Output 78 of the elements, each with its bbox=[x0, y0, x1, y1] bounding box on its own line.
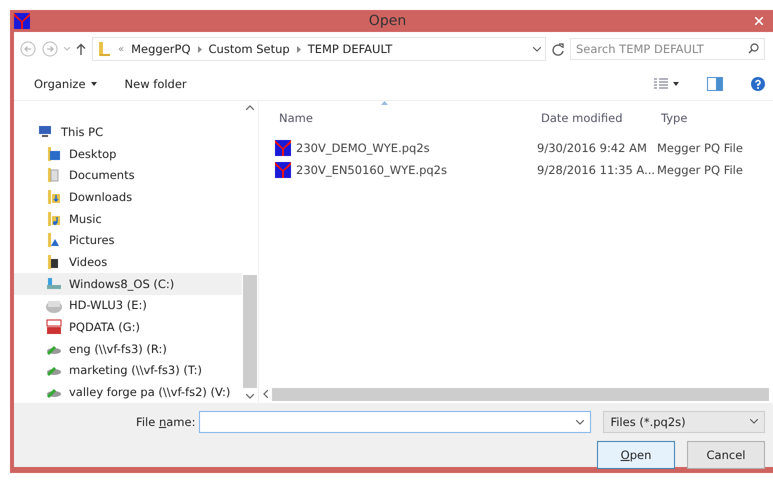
nav-item[interactable]: Windows8_OS (C:) bbox=[14, 272, 242, 294]
forward-button[interactable] bbox=[42, 41, 58, 57]
back-button[interactable] bbox=[20, 41, 36, 57]
close-icon bbox=[755, 17, 763, 25]
dropdown-caret-icon bbox=[750, 419, 758, 424]
pane-icon bbox=[707, 77, 723, 91]
nav-item[interactable]: Music bbox=[14, 208, 242, 230]
scrollbar-thumb[interactable] bbox=[243, 274, 257, 388]
refresh-icon bbox=[552, 42, 564, 56]
folder-icon bbox=[46, 232, 62, 248]
scrollbar-thumb[interactable] bbox=[272, 388, 769, 401]
app-icon bbox=[14, 13, 30, 29]
folder-icon bbox=[46, 188, 62, 205]
file-row[interactable]: 230V_DEMO_WYE.pq2s 9/30/2016 9:42 AM Megger PQ File bbox=[259, 137, 773, 159]
file-type: Megger PQ File bbox=[657, 141, 744, 155]
sort-arrow-icon bbox=[381, 101, 388, 105]
file-row[interactable]: 230V_EN50160_WYE.pq2s 9/28/2016 11:35 A... Megger PQ File bbox=[259, 159, 773, 181]
nav-item[interactable]: HD-WLU3 (E:) bbox=[14, 294, 242, 316]
breadcrumb[interactable]: Custom Setup bbox=[208, 42, 290, 56]
dropdown-caret-icon bbox=[576, 420, 584, 425]
breadcrumb[interactable]: MeggerPQ bbox=[131, 42, 191, 56]
folder-icon bbox=[97, 41, 111, 57]
nav-item[interactable]: eng (\\vf-fs3) (R:) bbox=[14, 338, 242, 360]
dropdown-caret-icon bbox=[533, 46, 541, 52]
caret-icon bbox=[64, 47, 70, 51]
scroll-down-icon bbox=[246, 394, 254, 399]
up-arrow-icon bbox=[76, 43, 86, 55]
file-type-dropdown[interactable]: Files (*.pq2s) bbox=[603, 410, 765, 433]
nav-item[interactable]: PQDATA (G:) bbox=[14, 316, 242, 338]
nav-item[interactable]: Videos bbox=[14, 251, 242, 273]
drive-icon bbox=[46, 319, 62, 336]
refresh-button[interactable] bbox=[552, 42, 564, 56]
folder-icon bbox=[46, 210, 62, 227]
search-icon bbox=[748, 43, 759, 54]
nav-item[interactable]: Documents bbox=[14, 164, 242, 186]
view-menu[interactable] bbox=[654, 78, 679, 90]
date-modified: 9/28/2016 11:35 A... bbox=[537, 163, 656, 177]
search-field[interactable]: Search TEMP DEFAULT bbox=[570, 38, 765, 60]
nav-item[interactable]: This PC bbox=[14, 121, 242, 143]
nav-item[interactable]: Downloads bbox=[14, 186, 242, 208]
recent-locations-button[interactable] bbox=[64, 47, 70, 51]
column-header[interactable]: Name bbox=[279, 111, 541, 127]
date-modified: 9/30/2016 9:42 AM bbox=[537, 141, 648, 155]
chevron-icon bbox=[296, 46, 301, 52]
drive-icon bbox=[46, 276, 62, 292]
file-name: 230V_EN50160_WYE.pq2s bbox=[296, 163, 447, 177]
cancel-button[interactable]: Cancel bbox=[687, 440, 765, 469]
file-type: Megger PQ File bbox=[657, 163, 744, 177]
nav-item[interactable]: marketing (\\vf-fs3) (T:) bbox=[14, 360, 242, 382]
file-name-field[interactable] bbox=[199, 410, 592, 433]
nav-item[interactable]: Pictures bbox=[14, 229, 242, 252]
new-folder-button[interactable]: New folder bbox=[124, 77, 187, 91]
overflow-button[interactable]: « bbox=[118, 44, 124, 54]
chevron-icon bbox=[198, 46, 202, 52]
breadcrumb[interactable]: TEMP DEFAULT bbox=[308, 42, 392, 56]
computer-icon bbox=[38, 124, 54, 140]
up-button[interactable] bbox=[76, 43, 86, 55]
scroll-left-icon bbox=[263, 390, 268, 398]
window-title: Open bbox=[368, 13, 408, 29]
column-header[interactable]: Date modified bbox=[541, 111, 661, 127]
nav-item[interactable]: valley forge pa (\\vf-fs2) (V:) bbox=[14, 381, 242, 403]
help-icon bbox=[751, 77, 765, 91]
list-view-icon bbox=[654, 78, 668, 90]
nav-item[interactable]: Desktop bbox=[14, 142, 242, 164]
file-name: 230V_DEMO_WYE.pq2s bbox=[296, 141, 430, 155]
folder-icon bbox=[46, 146, 62, 162]
preview-pane-button[interactable] bbox=[707, 77, 723, 91]
scroll-up-icon bbox=[246, 105, 254, 110]
file-name-label: File name: bbox=[135, 414, 196, 429]
address-bar[interactable]: « MeggerPQ Custom Setup TEMP DEFAULT bbox=[92, 37, 546, 61]
file-icon bbox=[275, 140, 291, 156]
file-icon bbox=[275, 162, 291, 178]
organize-menu[interactable]: Organize bbox=[34, 77, 97, 91]
column-header[interactable]: Type bbox=[661, 111, 773, 127]
help-button[interactable] bbox=[751, 77, 765, 91]
caret-icon bbox=[90, 82, 97, 86]
caret-icon bbox=[673, 82, 679, 86]
open-button[interactable]: Open bbox=[597, 440, 675, 469]
